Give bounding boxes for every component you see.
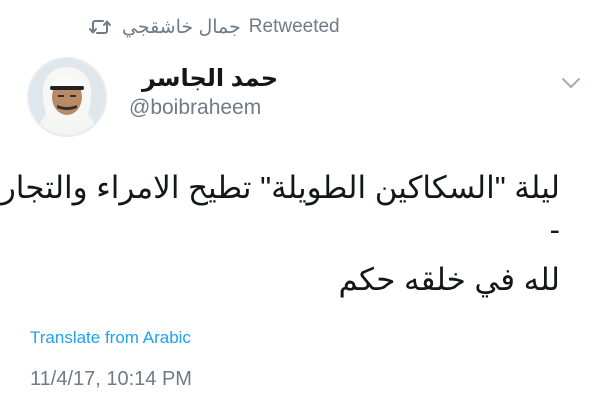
avatar-photo xyxy=(29,59,105,135)
tweet-text-line: ليلة "السكاكين الطويلة" تطيح الامراء وال… xyxy=(0,170,560,205)
retweet-icon xyxy=(89,20,111,34)
tweet-card: جمال خاشقجي Retweeted حمد الجاسر @boibra… xyxy=(0,0,604,403)
author-handle[interactable]: @boibraheem xyxy=(129,96,261,120)
retweeter-name[interactable]: جمال خاشقجي xyxy=(122,16,241,39)
tweet-text-line: لله في خلقه حكم xyxy=(338,262,560,297)
avatar[interactable] xyxy=(27,57,107,137)
chevron-down-icon[interactable] xyxy=(560,76,582,90)
author-display-name[interactable]: حمد الجاسر xyxy=(142,64,278,93)
tweet-text-line: - xyxy=(549,212,560,247)
tweet-timestamp[interactable]: 11/4/17, 10:14 PM xyxy=(30,368,192,391)
retweeted-label: Retweeted xyxy=(248,16,340,37)
tweet-text: ليلة "السكاكين الطويلة" تطيح الامراء وال… xyxy=(0,166,560,302)
translate-link[interactable]: Translate from Arabic xyxy=(30,328,191,348)
retweet-context[interactable]: جمال خاشقجي Retweeted xyxy=(88,14,340,40)
